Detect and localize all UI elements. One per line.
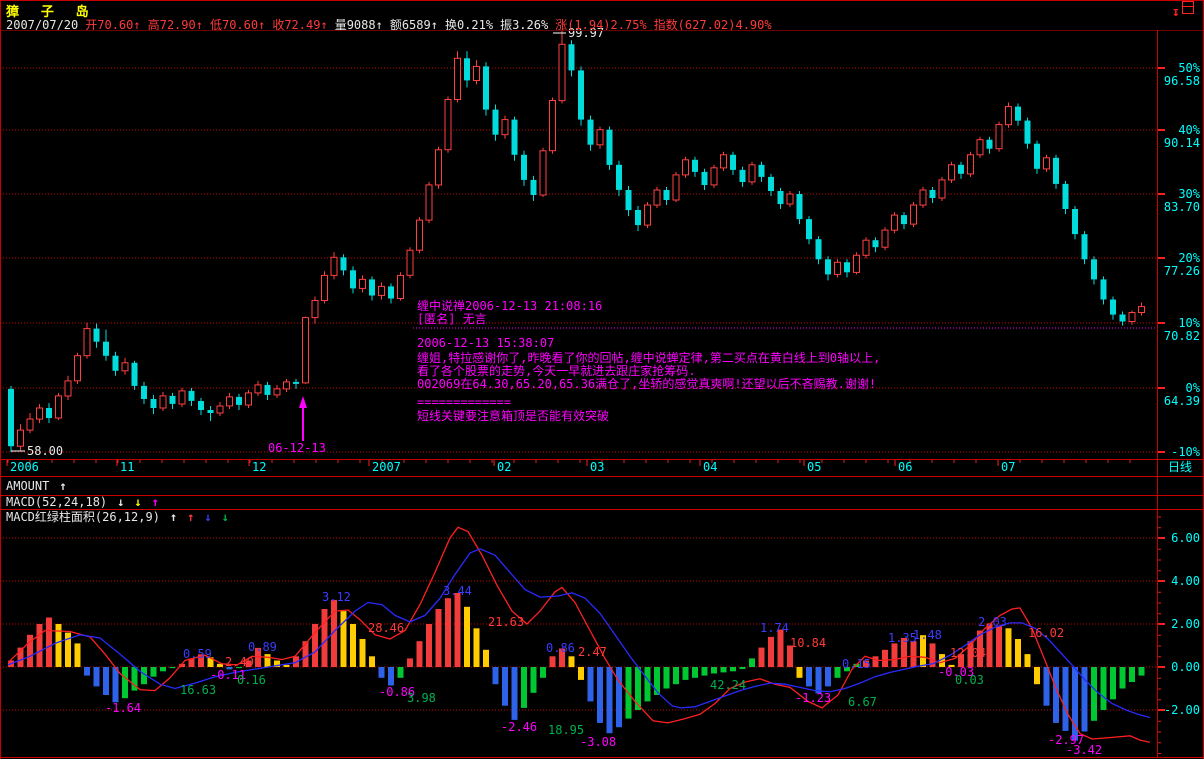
panel-amount-header[interactable]: AMOUNT ↑ [0,478,67,494]
svg-text:1.74: 1.74 [760,621,789,635]
svg-text:30%: 30% [1178,187,1200,201]
svg-text:83.70: 83.70 [1164,200,1200,214]
left-border [0,0,1,759]
svg-text:03: 03 [590,460,604,474]
svg-text:42.24: 42.24 [710,678,746,692]
trend-arrow-icon: ↑ [59,479,66,493]
svg-text:-1.23: -1.23 [795,691,831,705]
trend-arrow-icon: ↑ [152,495,159,509]
svg-text:-1.64: -1.64 [105,701,141,715]
svg-text:0.15: 0.15 [842,657,871,671]
svg-text:0.86: 0.86 [546,641,575,655]
trend-arrow-icon: ↓ [134,495,141,509]
amount-separator [0,495,1204,496]
svg-text:日线: 日线 [1168,460,1192,474]
svg-text:40%: 40% [1178,123,1200,137]
svg-text:0.16: 0.16 [237,673,266,687]
svg-text:-3.42: -3.42 [1066,743,1102,757]
top-border [0,0,1204,1]
svg-text:1.48: 1.48 [913,628,942,642]
svg-text:64.39: 64.39 [1164,394,1200,408]
axis-divider [1157,30,1158,758]
svg-text:77.26: 77.26 [1164,264,1200,278]
trend-arrow-icon: ↓ [204,510,211,524]
svg-text:-2.46: -2.46 [501,720,537,734]
trend-arrow-icon: ↓ [222,510,229,524]
svg-text:6.00: 6.00 [1171,531,1200,545]
macd-label: MACD(52,24,18) [6,495,107,509]
svg-text:10.84: 10.84 [790,636,826,650]
svg-text:12.04: 12.04 [950,646,986,660]
svg-text:3.98: 3.98 [407,691,436,705]
svg-text:-10%: -10% [1171,445,1201,459]
trend-arrow-icon: ↓ [117,495,124,509]
svg-text:0.00: 0.00 [1171,660,1200,674]
svg-text:12: 12 [252,460,266,474]
svg-text:-2.00: -2.00 [1164,703,1200,717]
svg-text:3.12: 3.12 [322,590,351,604]
svg-text:96.58: 96.58 [1164,74,1200,88]
axis-top-line [0,459,1204,460]
svg-text:4.00: 4.00 [1171,574,1200,588]
svg-text:20%: 20% [1178,251,1200,265]
svg-text:0.03: 0.03 [955,673,984,687]
svg-text:50%: 50% [1178,61,1200,75]
svg-text:2.00: 2.00 [1171,617,1200,631]
svg-text:28.46: 28.46 [368,621,404,635]
svg-text:0.89: 0.89 [248,640,277,654]
svg-text:2.47: 2.47 [578,645,607,659]
bottom-border [0,757,1204,758]
stock-chart-window: 50%96.58 40%90.14 30%83.70 20%77.26 10%70.82… [0,0,1204,759]
trend-arrow-icon: ↑ [170,510,177,524]
macd-area-label: MACD红绿柱面积(26,12,9) [6,510,160,524]
svg-text:2006: 2006 [10,460,39,474]
axis-bottom-line [0,476,1204,477]
svg-text:07: 07 [1001,460,1015,474]
anchor-day-icon[interactable]: ↧ [1172,1,1194,20]
svg-text:18.95: 18.95 [548,723,584,737]
svg-text:0%: 0% [1186,381,1201,395]
amount-label: AMOUNT [6,479,49,493]
svg-text:70.82: 70.82 [1164,329,1200,343]
svg-text:90.14: 90.14 [1164,136,1200,150]
svg-text:3.44: 3.44 [443,584,472,598]
svg-text:-3.08: -3.08 [580,735,616,749]
svg-text:2007: 2007 [372,460,401,474]
chart-canvas[interactable]: 50%96.58 40%90.14 30%83.70 20%77.26 10%70.82… [0,0,1204,759]
svg-text:16.63: 16.63 [180,683,216,697]
svg-text:11: 11 [120,460,134,474]
svg-text:21.63: 21.63 [488,615,524,629]
svg-text:06: 06 [898,460,912,474]
trend-arrow-icon: ↑ [187,510,194,524]
svg-text:05: 05 [807,460,821,474]
svg-text:2.03: 2.03 [978,615,1007,629]
panel-macd-header[interactable]: MACD(52,24,18) ↓ ↓ ↑ [0,496,159,509]
svg-text:02: 02 [497,460,511,474]
svg-text:04: 04 [703,460,717,474]
svg-text:06-12-13: 06-12-13 [268,441,326,455]
svg-text:0.59: 0.59 [183,647,212,661]
svg-text:6.67: 6.67 [848,695,877,709]
svg-text:2.40: 2.40 [225,655,254,669]
svg-text:10%: 10% [1178,316,1200,330]
svg-text:58.00: 58.00 [27,444,63,458]
panel-macd-area-header[interactable]: MACD红绿柱面积(26,12,9) ↑ ↑ ↓ ↓ [0,511,229,524]
header-separator [0,30,1204,31]
svg-text:16.02: 16.02 [1028,626,1064,640]
top-info-bar: 獐 子 岛 2007/07/20开70.60↑高72.90↑低70.60↑收72… [0,0,1204,30]
